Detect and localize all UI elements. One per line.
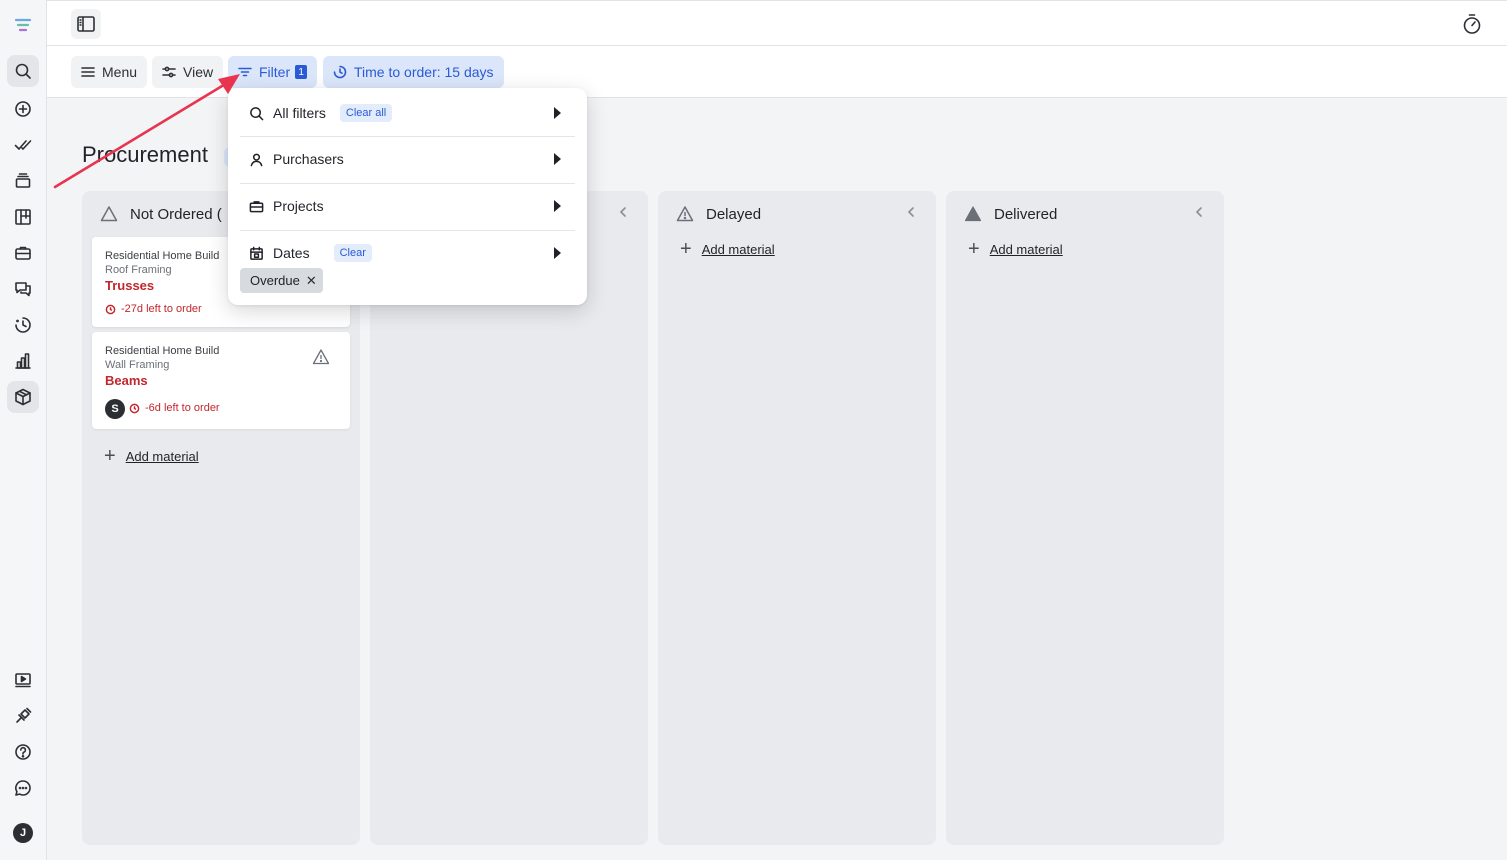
filter-row-all[interactable]: All filters Clear all [240, 90, 575, 136]
column-title: Delivered [994, 205, 1058, 223]
filter-row-label: Projects [273, 198, 324, 214]
clock-icon [129, 403, 140, 413]
integrations-plug-icon[interactable] [7, 700, 39, 732]
card-project: Residential Home Build [105, 250, 220, 262]
triangle-filled-icon [964, 206, 982, 222]
filter-chip-overdue[interactable]: Overdue ✕ [240, 268, 323, 293]
add-material-label: Add material [125, 448, 199, 464]
card-project: Residential Home Build [105, 345, 220, 357]
card-material[interactable]: Trusses [105, 278, 154, 293]
column-delivered: Delivered + Add material [946, 191, 1224, 845]
add-material-label: Add material [989, 241, 1063, 257]
sidebar: J [0, 0, 47, 860]
hamburger-icon [81, 67, 95, 77]
help-icon[interactable] [7, 736, 39, 768]
search-icon [249, 105, 265, 121]
card-material[interactable]: Beams [105, 373, 148, 388]
card-due: -6d left to order [129, 402, 220, 414]
filter-row-label: Dates [273, 245, 310, 261]
card-due-text: -6d left to order [145, 402, 220, 414]
bar-chart-icon[interactable] [7, 345, 39, 377]
app-logo-icon[interactable] [7, 9, 39, 41]
clear-all-button[interactable]: Clear all [339, 104, 393, 122]
collapse-chevron-icon[interactable] [1192, 205, 1206, 219]
calendar-icon [249, 245, 265, 261]
close-icon[interactable]: ✕ [306, 273, 317, 289]
filter-button[interactable]: Filter 1 [228, 56, 318, 88]
column-title: Delayed [706, 205, 762, 223]
column-title: Not Ordered ( [130, 205, 222, 223]
menu-button[interactable]: Menu [71, 56, 148, 88]
filter-row-label: Purchasers [273, 151, 344, 167]
user-avatar[interactable]: J [13, 823, 33, 843]
package-box-icon[interactable] [7, 381, 39, 413]
chat-support-icon[interactable] [7, 772, 39, 804]
filter-dropdown: All filters Clear all Purchasers Project… [228, 88, 587, 305]
video-tutorial-icon[interactable] [7, 664, 39, 696]
filter-row-projects[interactable]: Projects [240, 183, 575, 229]
material-card[interactable]: Residential Home Build Wall Framing Beam… [92, 332, 350, 429]
clock-icon [105, 304, 116, 314]
user-icon [249, 151, 265, 167]
collapse-chevron-icon[interactable] [616, 205, 630, 219]
top-bar [47, 0, 1507, 46]
clear-dates-button[interactable]: Clear [333, 244, 372, 262]
column-header: Delivered [964, 205, 1057, 223]
time-to-order-label: Time to order: 15 days [354, 64, 494, 80]
column-delayed: Delayed + Add material [658, 191, 936, 845]
warning-outline-icon [100, 206, 118, 222]
caret-right-icon [554, 153, 561, 165]
filter-label: Filter [259, 64, 291, 80]
tasks-check-icon[interactable] [7, 129, 39, 161]
search-icon[interactable] [7, 55, 39, 87]
plus-icon: + [968, 238, 980, 260]
clock-icon [333, 65, 347, 79]
filter-row-label: All filters [273, 105, 326, 121]
stopwatch-icon[interactable] [1461, 13, 1483, 35]
chat-bubbles-icon[interactable] [7, 273, 39, 305]
chip-label: Overdue [250, 273, 300, 288]
panel-toggle-icon[interactable] [71, 9, 101, 39]
warning-icon [312, 349, 330, 365]
time-to-order-button[interactable]: Time to order: 15 days [323, 56, 504, 88]
card-due: -27d left to order [105, 303, 202, 315]
add-material-label: Add material [701, 241, 775, 257]
sliders-icon [162, 66, 176, 78]
filter-count-badge: 1 [295, 65, 308, 79]
briefcase-icon[interactable] [7, 237, 39, 269]
board-icon[interactable] [7, 201, 39, 233]
view-label: View [183, 64, 214, 80]
column-header: Not Ordered ( [100, 205, 222, 223]
caret-right-icon [554, 247, 561, 259]
layers-icon[interactable] [7, 165, 39, 197]
card-phase: Roof Framing [105, 264, 172, 276]
menu-label: Menu [102, 64, 138, 80]
add-material-button[interactable]: + Add material [680, 239, 775, 259]
filter-lines-icon [238, 67, 252, 77]
card-due-text: -27d left to order [121, 303, 202, 315]
page-title: Procurement [82, 142, 208, 167]
warning-outline-icon [676, 206, 694, 222]
caret-right-icon [554, 200, 561, 212]
add-material-button[interactable]: + Add material [968, 239, 1063, 259]
caret-right-icon [554, 107, 561, 119]
card-phase: Wall Framing [105, 359, 170, 371]
briefcase-icon [249, 198, 265, 214]
plus-icon: + [104, 445, 116, 467]
filter-row-purchasers[interactable]: Purchasers [240, 136, 575, 182]
add-material-button[interactable]: + Add material [104, 446, 199, 466]
view-button[interactable]: View [152, 56, 224, 88]
assignee-avatar[interactable]: S [105, 399, 125, 419]
add-circle-icon[interactable] [7, 93, 39, 125]
plus-icon: + [680, 238, 692, 260]
collapse-chevron-icon[interactable] [904, 205, 918, 219]
timeline-clock-icon[interactable] [7, 309, 39, 341]
column-header: Delayed [676, 205, 761, 223]
